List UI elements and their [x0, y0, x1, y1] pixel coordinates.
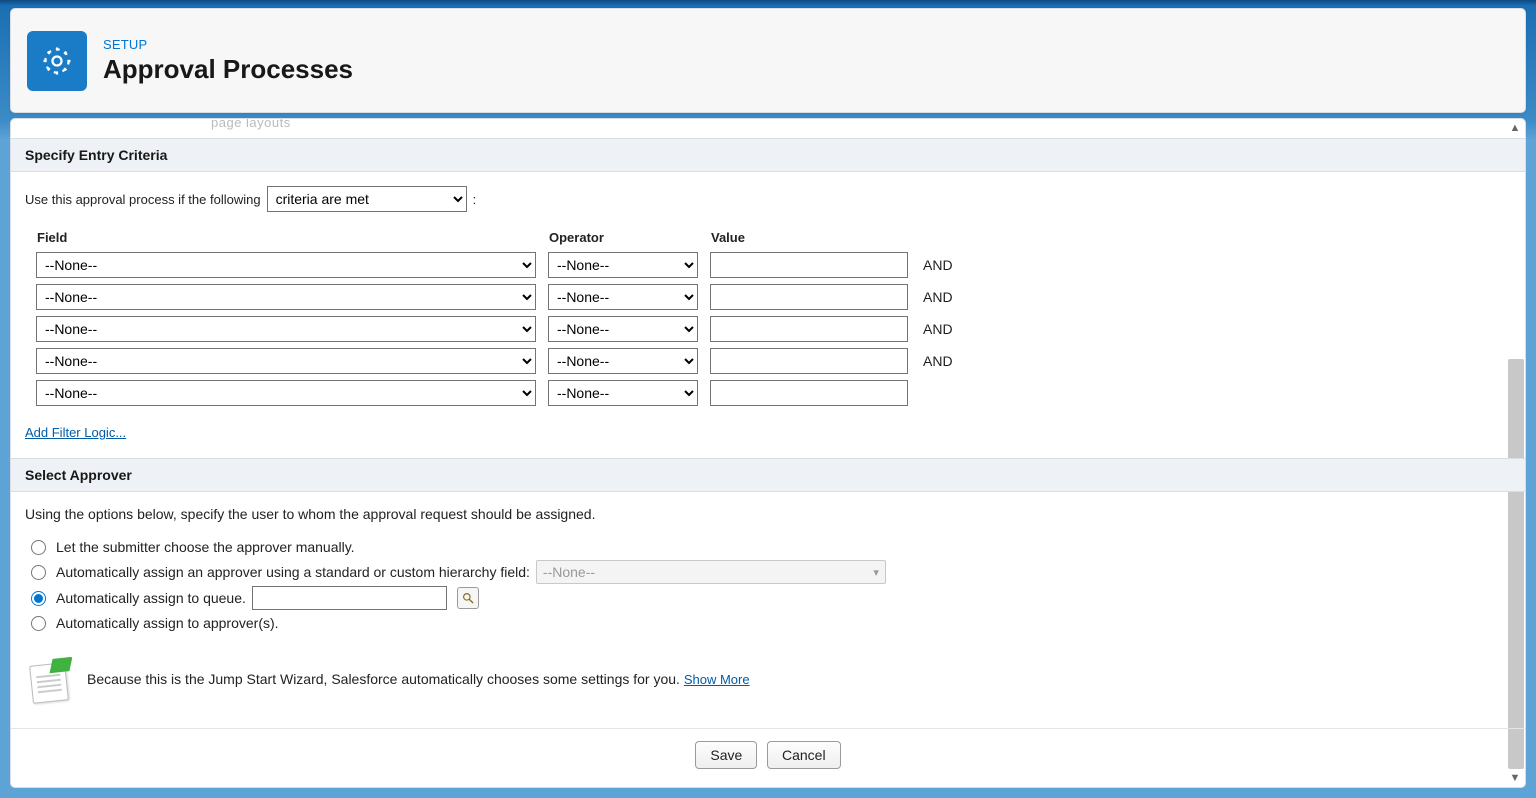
criteria-operator-select[interactable]: --None-- — [548, 284, 698, 310]
criteria-value-input[interactable] — [710, 348, 908, 374]
criteria-value-input[interactable] — [710, 316, 908, 342]
criteria-condition-select[interactable]: criteria are met — [267, 186, 467, 212]
criteria-row: --None-- --None-- AND — [35, 283, 954, 311]
approver-label-manual: Let the submitter choose the approver ma… — [56, 539, 355, 555]
criteria-operator-select[interactable]: --None-- — [548, 380, 698, 406]
page-pretitle: SETUP — [103, 37, 353, 52]
criteria-row: --None-- --None-- AND — [35, 251, 954, 279]
criteria-operator-select[interactable]: --None-- — [548, 252, 698, 278]
criteria-field-select[interactable]: --None-- — [36, 252, 536, 278]
app-root: SETUP Approval Processes ▲ ▼ page layout… — [0, 0, 1536, 798]
criteria-intro-suffix: : — [473, 192, 477, 207]
scroll-up-arrow[interactable]: ▲ — [1507, 120, 1523, 136]
approver-label-hierarchy: Automatically assign an approver using a… — [56, 564, 530, 580]
approver-option-hierarchy-row: Automatically assign an approver using a… — [31, 560, 1511, 584]
note-icon — [27, 656, 73, 702]
prior-section-peek: page layouts — [211, 119, 1525, 130]
chevron-down-icon: ▾ — [873, 566, 879, 579]
criteria-row: --None-- --None-- — [35, 379, 954, 407]
criteria-and-label — [919, 379, 954, 407]
criteria-and-label: AND — [919, 315, 954, 343]
approver-option-manual-row: Let the submitter choose the approver ma… — [31, 536, 1511, 558]
section-header-approver: Select Approver — [11, 458, 1525, 492]
criteria-operator-select[interactable]: --None-- — [548, 316, 698, 342]
approver-intro-text: Using the options below, specify the use… — [25, 506, 1511, 522]
col-header-operator: Operator — [547, 230, 699, 247]
queue-lookup-button[interactable] — [457, 587, 479, 609]
cancel-button[interactable]: Cancel — [767, 741, 841, 769]
approver-radio-approvers[interactable] — [31, 616, 46, 631]
criteria-field-select[interactable]: --None-- — [36, 284, 536, 310]
hierarchy-field-placeholder: --None-- — [543, 564, 595, 580]
wizard-show-more-link[interactable]: Show More — [684, 672, 750, 687]
wizard-note-text: Because this is the Jump Start Wizard, S… — [87, 671, 684, 687]
approver-option-approvers-row: Automatically assign to approver(s). — [31, 612, 1511, 634]
criteria-and-label: AND — [919, 283, 954, 311]
add-filter-logic-link[interactable]: Add Filter Logic... — [25, 425, 126, 440]
search-icon — [461, 591, 475, 605]
approver-label-approvers: Automatically assign to approver(s). — [56, 615, 279, 631]
criteria-and-label: AND — [919, 347, 954, 375]
wizard-note: Because this is the Jump Start Wizard, S… — [27, 656, 1511, 702]
criteria-intro-text: Use this approval process if the followi… — [25, 192, 261, 207]
criteria-field-select[interactable]: --None-- — [36, 380, 536, 406]
criteria-value-input[interactable] — [710, 380, 908, 406]
queue-name-input[interactable] — [252, 586, 447, 610]
criteria-row: --None-- --None-- AND — [35, 347, 954, 375]
hierarchy-field-select[interactable]: --None-- ▾ — [536, 560, 886, 584]
criteria-field-select[interactable]: --None-- — [36, 316, 536, 342]
col-header-value: Value — [709, 230, 909, 247]
gear-icon — [27, 31, 87, 91]
save-button[interactable]: Save — [695, 741, 757, 769]
criteria-value-input[interactable] — [710, 284, 908, 310]
section-header-criteria: Specify Entry Criteria — [11, 138, 1525, 172]
criteria-table: Field Operator Value --None-- --None-- AND… — [25, 226, 964, 411]
footer-bar: Save Cancel — [11, 728, 1525, 785]
criteria-field-select[interactable]: --None-- — [36, 348, 536, 374]
approver-label-queue: Automatically assign to queue. — [56, 590, 246, 606]
criteria-operator-select[interactable]: --None-- — [548, 348, 698, 374]
criteria-row: --None-- --None-- AND — [35, 315, 954, 343]
approver-option-queue-row: Automatically assign to queue. — [31, 586, 1511, 610]
body-scroll-area[interactable]: page layouts Specify Entry Criteria Use … — [11, 119, 1525, 787]
approver-radio-manual[interactable] — [31, 540, 46, 555]
criteria-and-label: AND — [919, 251, 954, 279]
section-body-criteria: Use this approval process if the followi… — [11, 172, 1525, 458]
page-body: ▲ ▼ page layouts Specify Entry Criteria … — [10, 118, 1526, 788]
page-header: SETUP Approval Processes — [10, 8, 1526, 113]
page-title: Approval Processes — [103, 54, 353, 85]
col-header-field: Field — [35, 230, 537, 247]
criteria-value-input[interactable] — [710, 252, 908, 278]
approver-radio-queue[interactable] — [31, 591, 46, 606]
section-body-approver: Using the options below, specify the use… — [11, 492, 1525, 728]
scroll-down-arrow[interactable]: ▼ — [1507, 770, 1523, 786]
approver-radio-hierarchy[interactable] — [31, 565, 46, 580]
